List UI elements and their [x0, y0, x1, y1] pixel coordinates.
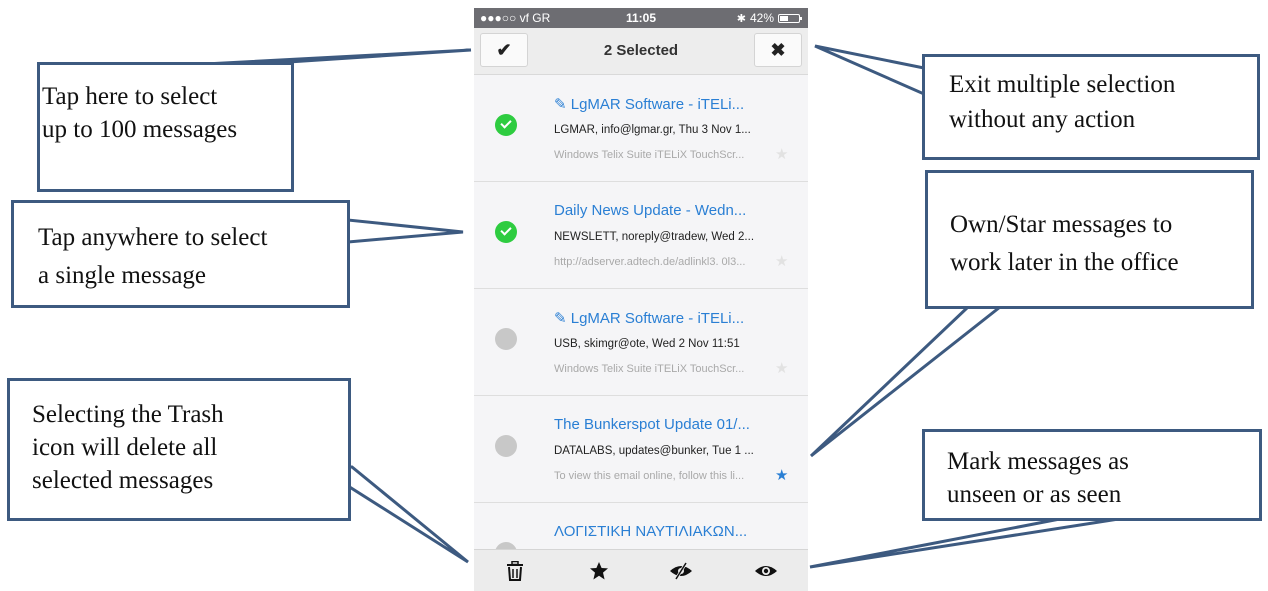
callout-select-all: Tap here to select up to 100 messages	[37, 62, 294, 192]
callout-line: Tap anywhere to select	[38, 224, 268, 251]
callout-exit: Exit multiple selection without any acti…	[922, 54, 1260, 160]
callout-line: Selecting the Trash	[32, 401, 224, 428]
callout-line: work later in the office	[950, 249, 1179, 276]
callout-line: selected messages	[32, 467, 214, 494]
callout-line: Mark messages as	[947, 448, 1129, 475]
callout-line: unseen or as seen	[947, 481, 1122, 508]
callout-seen: Mark messages as unseen or as seen	[922, 429, 1262, 521]
callout-star: Own/Star messages to work later in the o…	[925, 170, 1254, 309]
callout-line: a single message	[38, 262, 207, 289]
callout-line: Own/Star messages to	[950, 211, 1173, 238]
callout-line: Tap here to select	[42, 83, 218, 110]
callout-select-single: Tap anywhere to select a single message	[11, 200, 350, 308]
callout-line: without any action	[949, 106, 1136, 133]
callout-line: icon will delete all	[32, 434, 218, 461]
pointer-select-single	[346, 218, 464, 244]
callout-trash: Selecting the Trash icon will delete all…	[7, 378, 351, 521]
pointer-exit	[814, 44, 926, 97]
callout-line: up to 100 messages	[42, 116, 238, 143]
callout-line: Exit multiple selection	[949, 71, 1176, 98]
pointer-seen	[809, 516, 1126, 569]
